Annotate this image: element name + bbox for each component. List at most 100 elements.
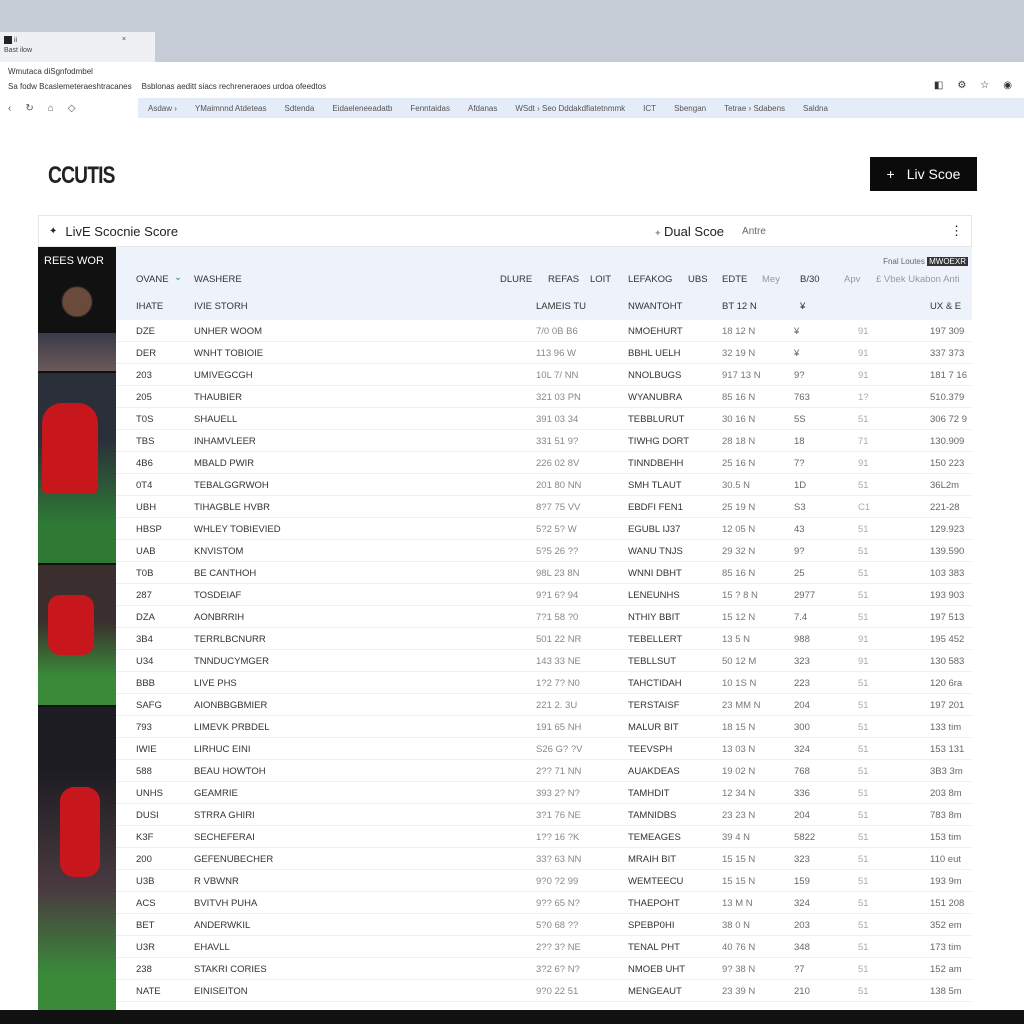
column-header[interactable]: EDTE xyxy=(722,274,747,285)
cell-mark: 51 xyxy=(858,964,869,975)
table-row[interactable]: 4B6 MBALD PWIR 226 02 8V TINNDBEHH 25 16 N 7?… xyxy=(116,452,972,474)
table-row[interactable]: T0B BE CANTHOH 98L 23 8N WNNI DBHT 85 16 N 25… xyxy=(116,562,972,584)
table-row[interactable]: DER WNHT TOBIOIE 113 96 W BBHL UELH 32 19 N ¥… xyxy=(116,342,972,364)
column-header[interactable]: OVANE xyxy=(136,274,169,285)
cell-mark: 91 xyxy=(858,370,869,381)
bookmark-item[interactable]: Eidaeleneeadatb xyxy=(332,104,392,113)
bookmark-item[interactable]: Asdaw › xyxy=(148,104,177,113)
top-right-label: Fnal Loutes MWOEXR xyxy=(883,257,968,266)
cell-time: 50 12 M xyxy=(722,656,757,667)
more-menu-icon[interactable]: ⋮ xyxy=(950,223,963,239)
star-icon[interactable]: ☆ xyxy=(980,80,989,91)
bookmark-item[interactable]: ICT xyxy=(643,104,656,113)
column-header[interactable]: LOIT xyxy=(590,274,611,285)
url-field[interactable]: Wmutaca diSgnfodmbel xyxy=(8,67,93,76)
cell-team: TENAL PHT xyxy=(628,942,680,953)
back-icon[interactable]: ‹ xyxy=(8,103,11,114)
shield-icon[interactable]: ◇ xyxy=(68,103,76,114)
cell-team: BBHL UELH xyxy=(628,348,681,359)
cell-total: 221-28 xyxy=(930,502,960,513)
table-row[interactable]: U34 TNNDUCYMGER 143 33 NE TEBLLSUT 50 12 M 32… xyxy=(116,650,972,672)
bookmark-item[interactable]: YMaimnnd Atdeteas xyxy=(195,104,267,113)
cell-time: 23 MM N xyxy=(722,700,761,711)
cell-mark: 51 xyxy=(858,722,869,733)
reload-icon[interactable]: ↻ xyxy=(25,103,33,114)
table-row[interactable]: U3R EHAVLL 2?? 3? NE TENAL PHT 40 76 N 348 51 1… xyxy=(116,936,972,958)
table-row[interactable]: BET ANDERWKIL 5?0 68 ?? SPEBP0HI 38 0 N 203 51… xyxy=(116,914,972,936)
column-header[interactable]: B/30 xyxy=(800,274,820,285)
bookmark-item[interactable]: Tetrae › Sdabens xyxy=(724,104,785,113)
cell-total: 337 373 xyxy=(930,348,965,359)
column-header[interactable]: £ Vbek Ukabon Anti xyxy=(876,274,959,285)
table-row[interactable]: BBB LIVE PHS 1?2 7? N0 TAHCTIDAH 10 1S N 223 5… xyxy=(116,672,972,694)
bookmarks-bar: ‹ ↻ ⌂ ◇ Asdaw › YMaimnnd Atdeteas Sdtenda E… xyxy=(0,96,1024,122)
table-row[interactable]: UAB KNVISTOM 5?5 26 ?? WANU TNJS 29 32 N 9? 51… xyxy=(116,540,972,562)
bookmark-item[interactable]: Saldna xyxy=(803,104,828,113)
cell-name: TEBALGGRWOH xyxy=(194,480,269,491)
table-row[interactable]: 238 STAKRI CORIES 3?2 6? N? NMOEB UHT 9? 38 … xyxy=(116,958,972,980)
table-row[interactable]: K3F SECHEFERAI 1?? 16 ?K TEMEAGES 39 4 N 5822… xyxy=(116,826,972,848)
table-row[interactable]: UBH TIHAGBLE HVBR 8?7 75 VV EBDFI FEN1 25 19… xyxy=(116,496,972,518)
table-row[interactable]: 200 GEFENUBECHER 33? 63 NN MRAIH BIT 15 15 N… xyxy=(116,848,972,870)
cell-total: 195 452 xyxy=(930,634,965,645)
cell-time: 10 1S N xyxy=(722,678,757,689)
chevron-down-icon[interactable]: ⌄ xyxy=(174,272,182,283)
cell-time: 12 34 N xyxy=(722,788,756,799)
cell-time: 30 16 N xyxy=(722,414,756,425)
column-header[interactable]: Apv xyxy=(844,274,860,285)
table-row[interactable]: TBS INHAMVLEER 331 51 9? TIWHG DORT 28 18 N 1… xyxy=(116,430,972,452)
site-logo[interactable]: CCUTIS xyxy=(48,162,115,190)
cell-value: 9? xyxy=(794,546,805,557)
table-row[interactable]: 0T4 TEBALGGRWOH 201 80 NN SMH TLAUT 30.5 N 1D… xyxy=(116,474,972,496)
table-row[interactable]: IWIE LIRHUC EINI S26 G? ?V TEEVSPH 13 03 N 32… xyxy=(116,738,972,760)
cell-total: 193 903 xyxy=(930,590,965,601)
column-header[interactable]: LEFAKOG xyxy=(628,274,672,285)
table-row[interactable]: DUSI STRRA GHIRI 3?1 76 NE TAMNIDBS 23 23 N 2… xyxy=(116,804,972,826)
cell-time: 15 12 N xyxy=(722,612,756,623)
sidebar-label: REES WOR xyxy=(44,255,104,267)
filter-link[interactable]: Antre xyxy=(742,226,766,237)
table-row[interactable]: T0S SHAUELL 391 03 34 TEBBLURUT 30 16 N 5S 51 3… xyxy=(116,408,972,430)
tab-close-button[interactable]: × xyxy=(122,36,126,43)
table-row[interactable]: ACS BVITVH PUHA 9?? 65 N? THAEPOHT 13 M N 324… xyxy=(116,892,972,914)
column-header[interactable]: Mey xyxy=(762,274,780,285)
tab-title: ii xyxy=(13,36,18,44)
table-row[interactable]: 3B4 TERRLBCNURR 501 22 NR TEBELLERT 13 5 N 98… xyxy=(116,628,972,650)
settings-icon[interactable]: ⚙ xyxy=(957,80,966,91)
column-header[interactable]: UBS xyxy=(688,274,708,285)
home-icon[interactable]: ⌂ xyxy=(48,103,54,114)
bookmark-item[interactable]: Fenntaidas xyxy=(410,104,450,113)
table-row[interactable]: SAFG AIONBBGBMIER 221 2. 3U TERSTAISF 23 MM … xyxy=(116,694,972,716)
plus-icon: + xyxy=(886,166,895,182)
cell-code: TBS xyxy=(136,436,155,447)
profile-icon[interactable]: ◉ xyxy=(1003,80,1012,91)
table-row[interactable]: DZA AONBRRIH 7?1 58 ?0 NTHIY BBIT 15 12 N 7.4… xyxy=(116,606,972,628)
table-row[interactable]: 205 THAUBIER 321 03 PN WYANUBRA 85 16 N 763 1?… xyxy=(116,386,972,408)
bookmark-item[interactable]: Afdanas xyxy=(468,104,497,113)
browser-tab[interactable]: ii × Bast ilow xyxy=(0,32,155,62)
card-title: LivE Scocnie Score xyxy=(65,223,179,239)
live-score-button[interactable]: + Liv Scoe xyxy=(870,157,977,191)
column-header[interactable]: DLURE xyxy=(500,274,532,285)
extension-icon[interactable]: ◧ xyxy=(934,80,943,91)
column-header[interactable]: REFAS xyxy=(548,274,579,285)
table-row[interactable]: HBSP WHLEY TOBIEVIED 5?2 5? W EGUBL IJ37 12 … xyxy=(116,518,972,540)
bookmark-item[interactable]: Sdtenda xyxy=(285,104,315,113)
bookmark-item[interactable]: WSdt › Seo Dddakdfiatetnmmk xyxy=(515,104,625,113)
dual-score-tab[interactable]: ✦ Dual Scoe xyxy=(654,224,724,239)
bookmark-item[interactable]: Sbengan xyxy=(674,104,706,113)
table-row[interactable]: U3B R VBWNR 9?0 ?2 99 WEMTEECU 15 15 N 159 51 1… xyxy=(116,870,972,892)
table-row[interactable]: 588 BEAU HOWTOH 2?? 71 NN AUAKDEAS 19 02 N 76… xyxy=(116,760,972,782)
table-row[interactable]: DZE UNHER WOOM 7/0 0B B6 NMOEHURT 18 12 N ¥91… xyxy=(116,320,972,342)
cell-team: NMOEHURT xyxy=(628,326,683,337)
column-header[interactable]: WASHERE xyxy=(194,274,242,285)
table-row[interactable]: NATE EINISEITON 9?0 22 51 MENGEAUT 23 39 N 21… xyxy=(116,980,972,1002)
cell-total: 197 513 xyxy=(930,612,965,623)
table-row[interactable]: UNHS GEAMRIE 393 2? N? TAMHDIT 12 34 N 336 51 2… xyxy=(116,782,972,804)
table-row[interactable]: 203 UMIVEGCGH 10L 7/ NN NNOLBUGS 917 13 N 9? 9… xyxy=(116,364,972,386)
cell-code: U3R xyxy=(136,942,156,953)
table-row[interactable]: 287 TOSDEIAF 9?1 6? 94 LENEUNHS 15 ? 8 N 2977… xyxy=(116,584,972,606)
cell-time: 30.5 N xyxy=(722,480,750,491)
dual-label: Dual Scoe xyxy=(664,223,725,239)
table-row[interactable]: 793 LIMEVK PRBDEL 191 65 NH MALUR BIT 18 15 … xyxy=(116,716,972,738)
